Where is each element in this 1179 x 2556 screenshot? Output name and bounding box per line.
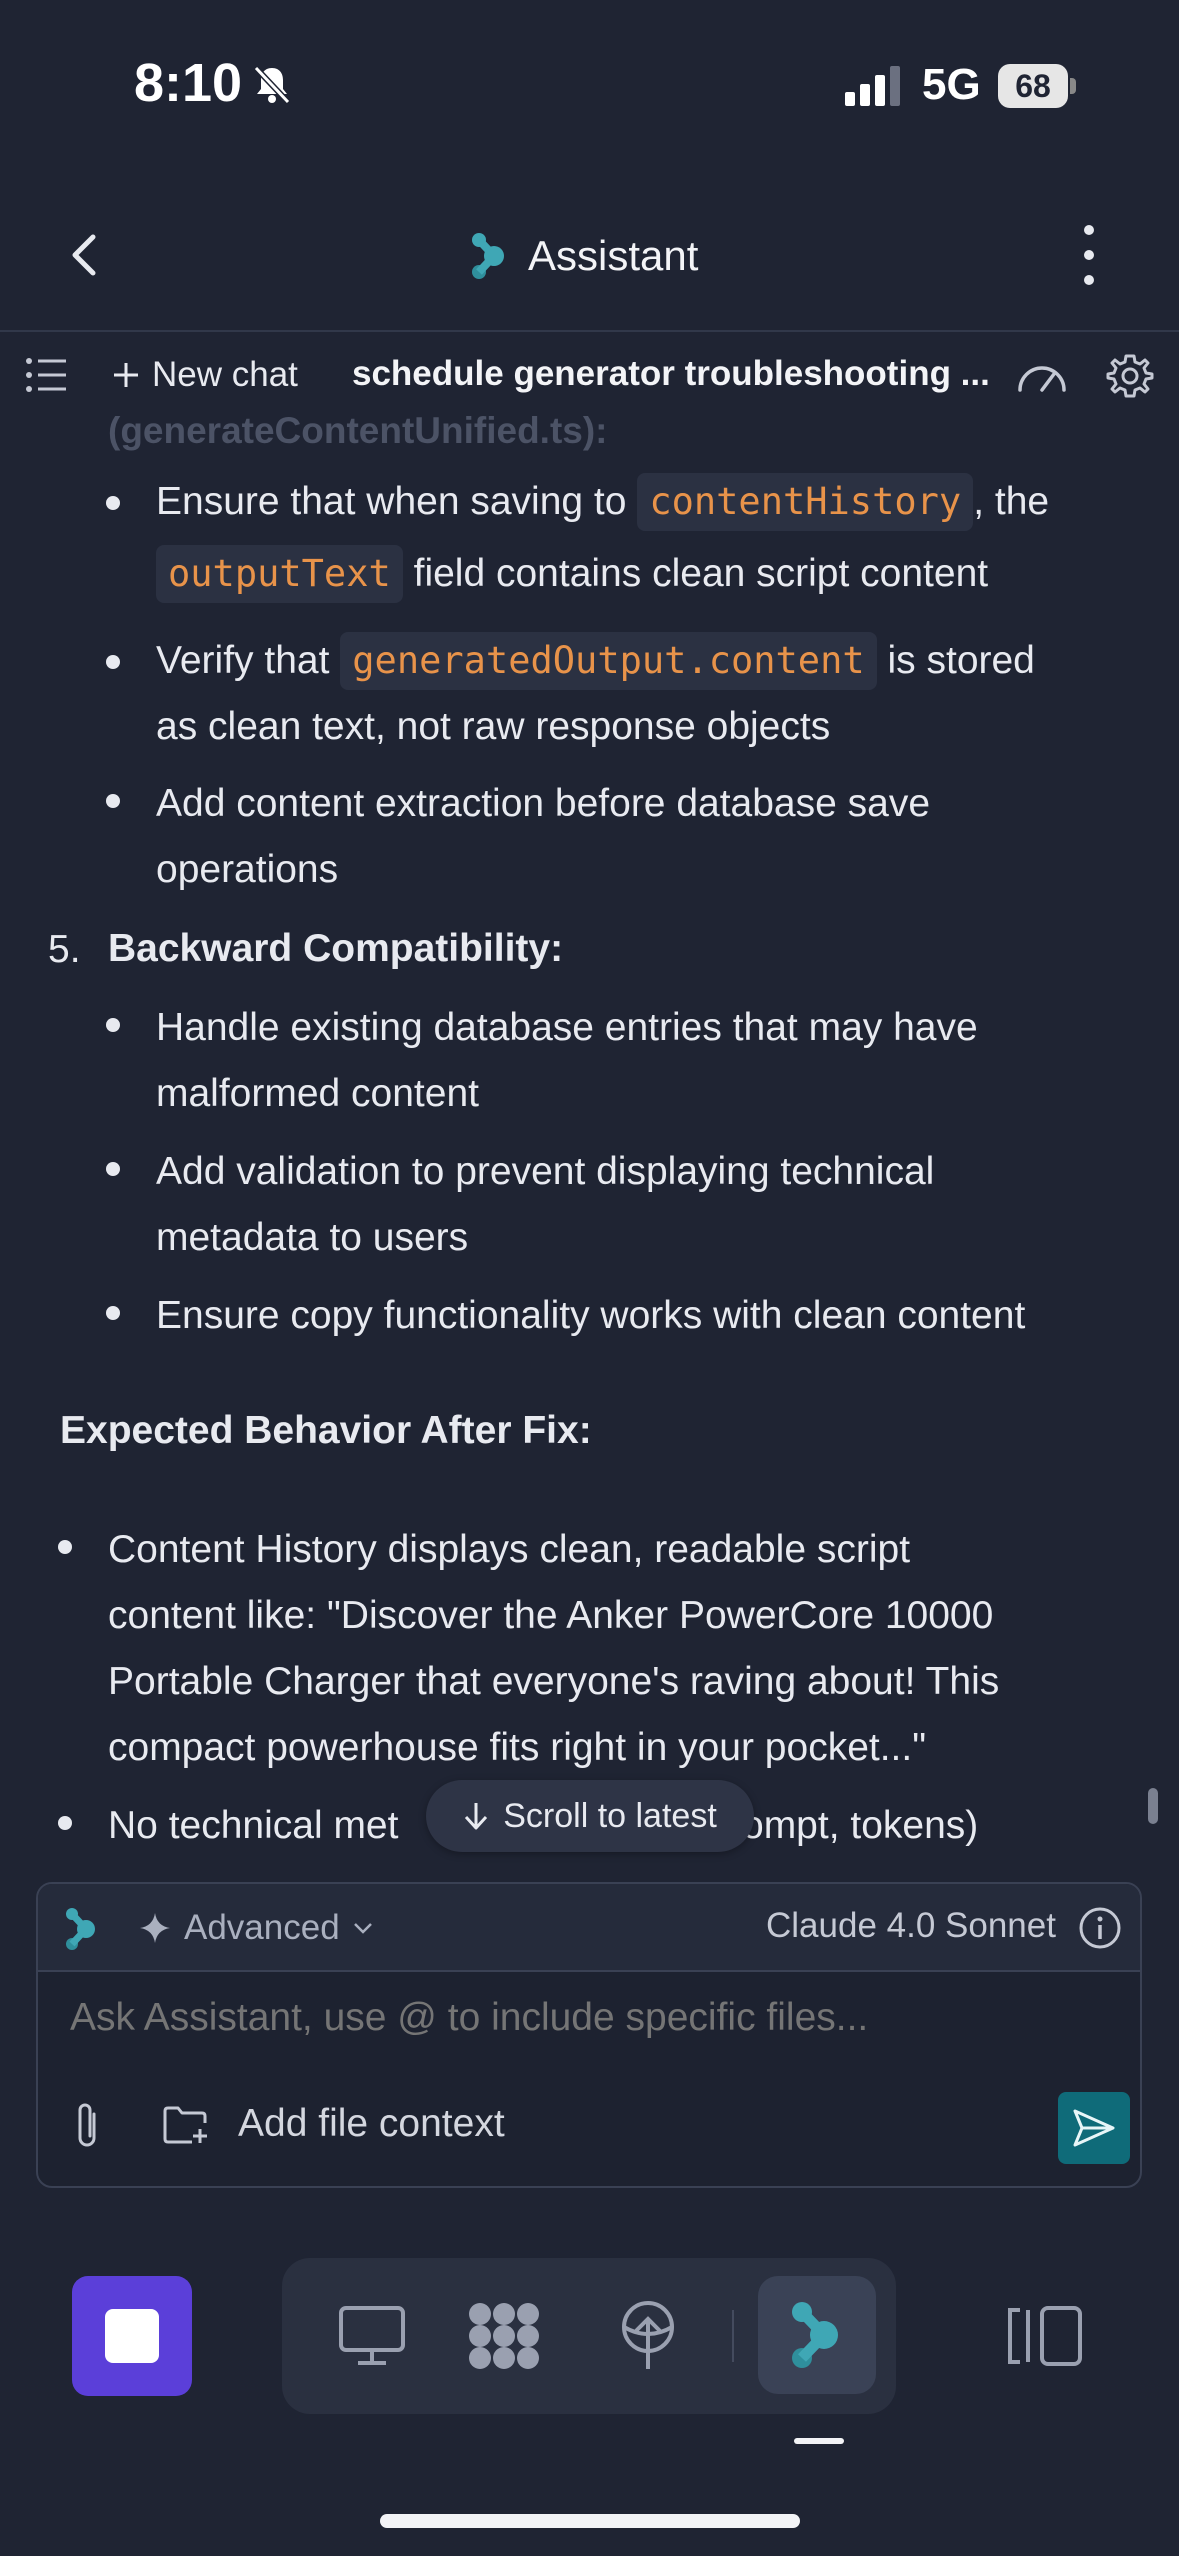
bullet-dot [58, 1540, 72, 1554]
bullet-dot [106, 1018, 120, 1032]
send-button[interactable] [1058, 2092, 1130, 2164]
chat-title[interactable]: schedule generator troubleshooting ... [352, 354, 990, 394]
dock-item-deploy[interactable] [598, 2286, 698, 2386]
bullet-dot [58, 1816, 72, 1830]
add-file-context-label: Add file context [238, 2102, 505, 2145]
stop-icon [105, 2309, 159, 2363]
list-item-text: operations [156, 848, 339, 891]
arrow-down-icon [465, 1803, 488, 1830]
bullet-dot [106, 794, 120, 808]
list-item-text: Handle existing database entries that ma… [156, 1006, 978, 1049]
scroll-to-latest-label: Scroll to latest [503, 1796, 717, 1835]
bell-muted-icon [253, 65, 291, 105]
gear-icon[interactable] [1106, 352, 1154, 400]
list-item-text: ompt, tokens) [742, 1804, 979, 1847]
list-item-text: metadata to users [156, 1216, 469, 1259]
inline-code: generatedOutput.content [340, 632, 877, 690]
list-item-text: is stored [887, 639, 1035, 682]
home-indicator[interactable] [380, 2514, 800, 2528]
list-item-text: Verify that [156, 639, 330, 682]
list-item-text: content like: "Discover the Anker PowerC… [108, 1594, 994, 1637]
dock-item-apps[interactable] [454, 2286, 554, 2386]
mode-label: Advanced [184, 1908, 340, 1947]
header-title-group: Assistant [470, 228, 698, 284]
assistant-logo-icon [472, 233, 504, 279]
tool-dock [282, 2258, 896, 2414]
scroll-to-latest-button[interactable]: Scroll to latest [426, 1780, 754, 1852]
folder-plus-icon [163, 2106, 207, 2144]
battery-indicator: 68 [998, 64, 1076, 108]
header-divider [0, 330, 1179, 332]
bullet-dot [106, 655, 120, 669]
assistant-logo-icon [66, 1908, 95, 1950]
app-header: Assistant [0, 200, 1179, 310]
bullet-dot [106, 1162, 120, 1176]
sparkle-icon [140, 1913, 170, 1943]
status-time: 8:10 [134, 53, 243, 113]
inline-code: contentHistory [637, 473, 974, 531]
list-item-text: Ensure copy functionality works with cle… [156, 1294, 1026, 1337]
paperclip-icon[interactable] [68, 2100, 108, 2152]
send-icon [1073, 2109, 1115, 2147]
list-item-text: , the [973, 480, 1050, 523]
battery-level: 68 [998, 64, 1068, 108]
monitor-icon [339, 2306, 405, 2365]
plus-icon [114, 363, 138, 387]
chat-toolbar: New chat schedule generator troubleshoot… [0, 340, 1179, 410]
new-chat-label: New chat [152, 355, 298, 394]
message-composer: Advanced Claude 4.0 Sonnet Add file cont… [36, 1882, 1142, 2188]
chevron-down-icon [353, 1923, 372, 1934]
list-item-text: compact powerhouse fits right in your po… [108, 1726, 927, 1769]
stop-button[interactable] [72, 2276, 192, 2396]
section-heading: Backward Compatibility: [108, 927, 564, 970]
signal-icon [845, 66, 900, 106]
list-item-text: malformed content [156, 1072, 479, 1115]
list-number: 5. [48, 928, 81, 971]
inline-code: outputText [156, 545, 403, 603]
partially-hidden-heading: (generateContentUnified.ts): [108, 410, 608, 451]
active-tab-indicator [794, 2438, 844, 2444]
list-item-line: Ensure that when saving to contentHistor… [156, 469, 1049, 535]
bullet-dot [106, 1306, 120, 1320]
back-button[interactable] [55, 225, 115, 285]
list-item-text: field contains clean script content [413, 552, 989, 595]
message-area: (generateContentUnified.ts): Ensure that… [0, 410, 1179, 1855]
mode-selector[interactable]: Advanced [138, 1904, 374, 1952]
more-vertical-icon[interactable] [1074, 220, 1104, 290]
list-item-line: Verify that generatedOutput.content is s… [156, 628, 1035, 694]
add-file-context-button[interactable]: Add file context [162, 2096, 505, 2152]
scrollbar[interactable] [1148, 1788, 1158, 1824]
dock-item-assistant[interactable] [758, 2276, 876, 2394]
section-heading: Expected Behavior After Fix: [60, 1409, 592, 1452]
list-item-text: Add content extraction before database s… [156, 782, 931, 825]
list-item-text: Content History displays clean, readable… [108, 1528, 911, 1571]
list-icon[interactable] [26, 356, 68, 394]
battery-cap [1070, 78, 1076, 94]
dock-separator [732, 2310, 734, 2362]
list-item-text: No technical met [108, 1804, 399, 1847]
status-bar: 8:10 5G 68 [0, 0, 1179, 170]
list-item-text: Portable Charger that everyone's raving … [108, 1660, 1000, 1703]
info-icon[interactable] [1078, 1906, 1122, 1950]
list-item-text: Add validation to prevent displaying tec… [156, 1150, 935, 1193]
speedometer-icon[interactable] [1014, 356, 1070, 396]
panel-toggle-icon[interactable] [1006, 2304, 1086, 2368]
chat-input[interactable] [70, 1996, 1090, 2040]
model-selector[interactable]: Claude 4.0 Sonnet [766, 1906, 1056, 1946]
composer-options-bar: Advanced Claude 4.0 Sonnet [38, 1884, 1140, 1972]
deploy-icon [622, 2301, 674, 2369]
dock-item-preview[interactable] [322, 2286, 422, 2386]
list-item-text: as clean text, not raw response objects [156, 705, 831, 748]
apps-grid-icon [469, 2303, 539, 2369]
bullet-dot [106, 496, 120, 510]
network-label: 5G [922, 60, 981, 109]
assistant-logo-icon [792, 2302, 838, 2368]
list-item-line: outputText field contains clean script c… [156, 541, 988, 607]
new-chat-button[interactable]: New chat [112, 352, 298, 398]
page-title: Assistant [528, 232, 699, 279]
list-item-text: Ensure that when saving to [156, 480, 627, 523]
